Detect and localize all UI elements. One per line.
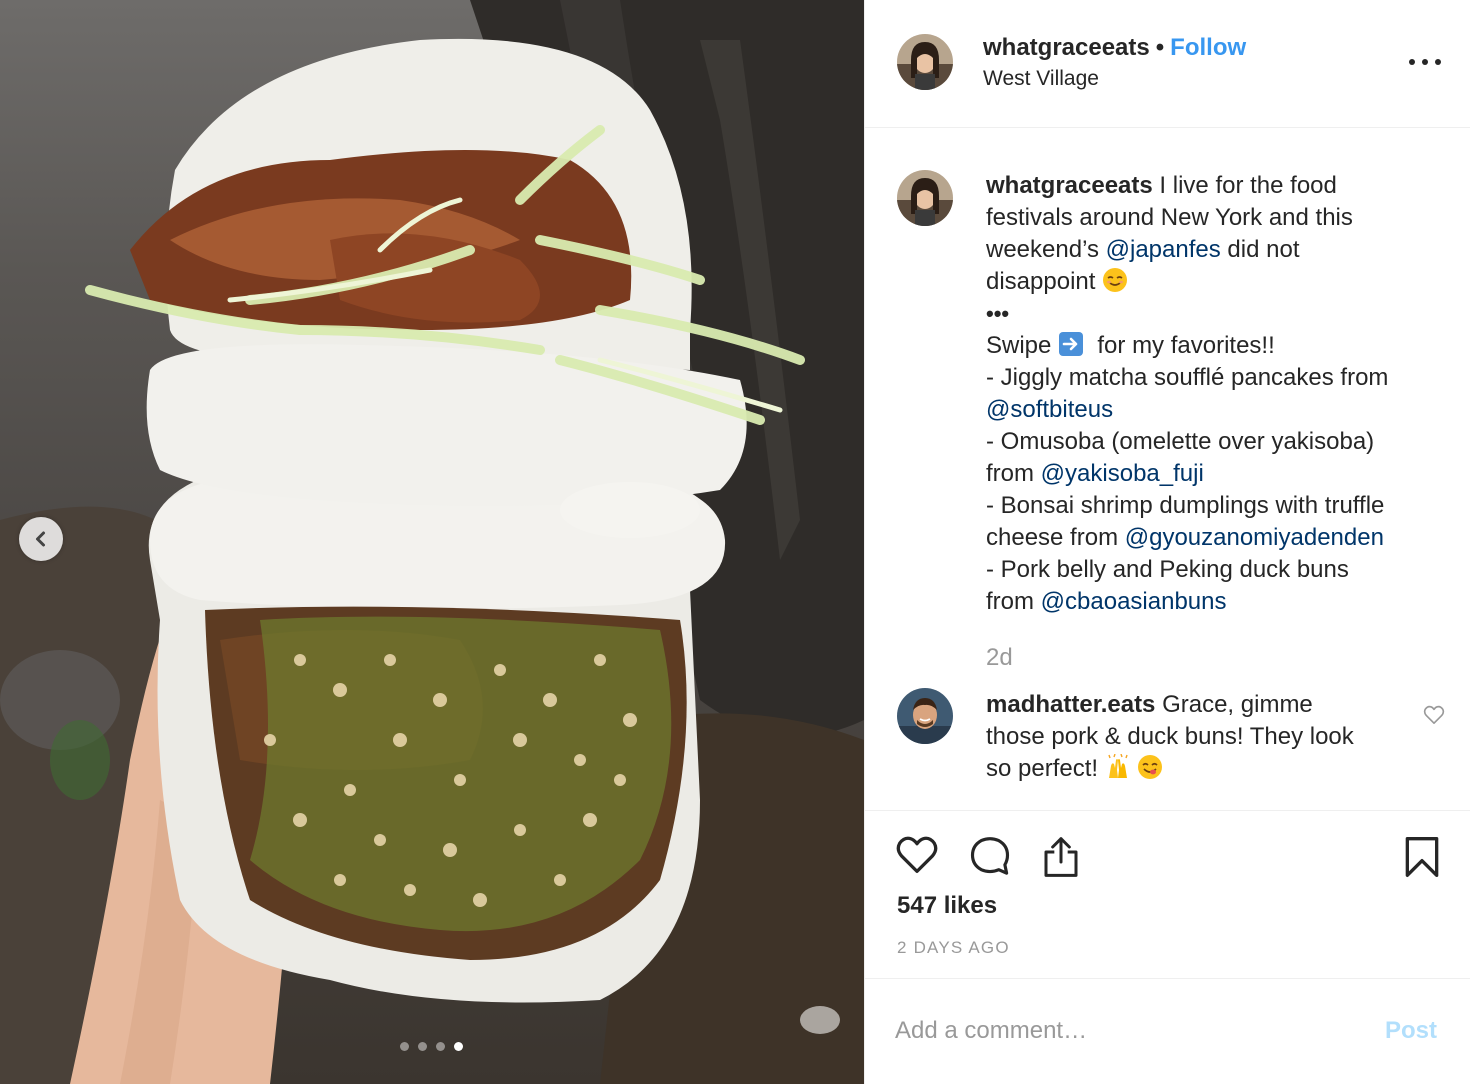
caption-text: from [986,588,1034,615]
share-button[interactable] [1041,835,1081,884]
carousel-dot [418,1042,427,1051]
mention-link[interactable]: @yakisoba_fuji [1041,460,1204,487]
caption-text: weekend’s [986,236,1099,263]
smiling-face-emoji [1103,268,1128,292]
save-button[interactable] [1403,835,1441,884]
likes-count[interactable]: 547 likes [897,892,997,920]
mention-link[interactable]: @cbaoasianbuns [1041,588,1227,615]
comments-section: whatgraceeats I live for the food festiv… [865,128,1470,810]
carousel-dot-active [454,1042,463,1051]
mention-link[interactable]: @softbiteus [986,396,1113,423]
caption-text: - Bonsai shrimp dumplings with truffle [986,492,1385,519]
follow-button[interactable]: Follow [1170,34,1246,61]
carousel-dot [436,1042,445,1051]
caption-username[interactable]: whatgraceeats [986,172,1153,199]
post-comment-button[interactable]: Post [1385,1017,1437,1045]
avatar[interactable] [897,170,953,226]
comment-input[interactable] [895,1009,1365,1053]
caption-timestamp[interactable]: 2d [986,644,1013,672]
comment-text: so perfect! [986,755,1099,782]
add-comment-bar: Post [865,978,1470,1084]
right-arrow-emoji [1059,332,1084,356]
caption-text: - Omusoba (omelette over yakisoba) [986,428,1375,455]
like-button[interactable] [895,835,939,880]
user-avatar-image [897,34,953,90]
share-icon [1044,837,1078,877]
like-comment-button[interactable] [1423,705,1445,730]
bookmark-icon [1405,837,1439,877]
post-author: whatgraceeats • Follow [983,34,1246,62]
post-timestamp[interactable]: 2 DAYS AGO [897,938,1010,958]
caption-text: disappoint [986,268,1096,295]
post-caption: whatgraceeats I live for the food festiv… [986,170,1446,618]
heart-icon [896,836,938,873]
comment-text: Grace, gimme [1162,691,1313,718]
post-header: whatgraceeats • Follow West Village [865,0,1470,128]
caption-text: from [986,460,1034,487]
bao-buns-photo [0,0,864,1084]
author-username[interactable]: whatgraceeats [983,34,1150,61]
comment-username[interactable]: madhatter.eats [986,691,1155,718]
location-link[interactable]: West Village [983,67,1099,91]
user-avatar-image [897,170,953,226]
caption-text: cheese from [986,524,1119,551]
raising-hands-emoji [1108,754,1128,778]
avatar[interactable] [897,688,953,744]
carousel-dots [400,1042,463,1051]
previous-photo-button[interactable] [19,517,63,561]
comment-text: those pork & duck buns! They look [986,723,1354,750]
caption-dots: ••• [986,301,1010,326]
chevron-left-icon [36,531,45,547]
avatar[interactable] [897,34,953,90]
yum-face-emoji [1138,755,1163,779]
caption-text: did not [1227,236,1300,263]
post-details-panel: whatgraceeats • Follow West Village whatgr… [864,0,1470,1084]
caption-text: - Jiggly matcha soufflé pancakes from [986,364,1389,391]
caption-text: festivals around New York and this [986,204,1353,231]
separator-dot: • [1155,34,1165,61]
caption-text: I live for the food [1159,172,1337,199]
caption-text: - Pork belly and Peking duck buns [986,556,1349,583]
comment-item: madhatter.eats Grace, gimme those pork &… [986,689,1406,785]
mention-link[interactable]: @gyouzanomiyadenden [1125,524,1384,551]
caption-text: for my favorites!! [1097,332,1275,359]
mention-link[interactable]: @japanfes [1106,236,1221,263]
comment-icon [970,837,1010,875]
caption-text: Swipe [986,332,1052,359]
post-actions: 547 likes 2 DAYS AGO [865,810,1470,978]
post-photo [0,0,864,1084]
more-options-icon[interactable] [1409,52,1441,72]
commenter-avatar-image [897,688,953,744]
comment-button[interactable] [969,835,1011,882]
carousel-dot [400,1042,409,1051]
heart-small-icon [1423,705,1445,724]
